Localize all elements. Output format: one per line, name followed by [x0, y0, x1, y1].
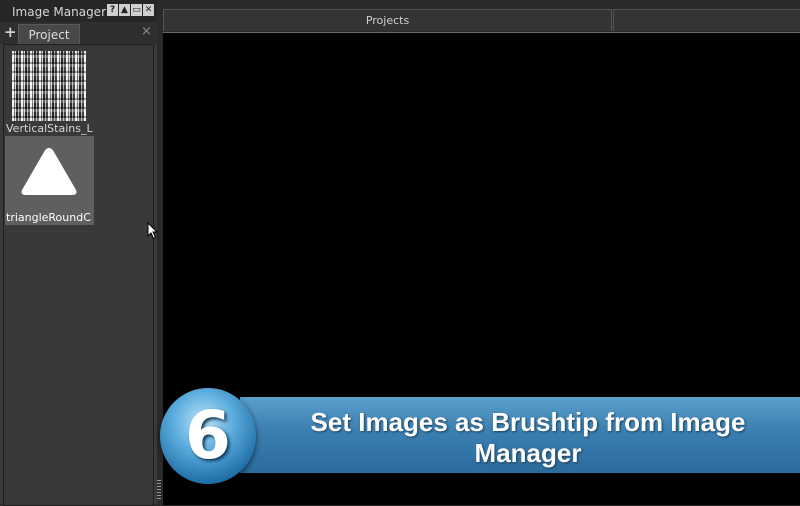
vertical-stains-thumbnail[interactable] [12, 51, 86, 121]
triangle-thumbnail [21, 148, 77, 195]
step-banner: Set Images as Brushtip from Image Manage… [240, 397, 800, 473]
projects-header: Projects [163, 9, 800, 31]
help-icon[interactable]: ? [107, 4, 118, 16]
image-label-triangle: triangleRoundC [6, 211, 91, 224]
image-item-triangle[interactable]: triangleRoundC [5, 136, 94, 225]
title-buttons: ? ▲ ▭ ✕ [107, 4, 154, 16]
column-projects[interactable]: Projects [163, 9, 612, 31]
resize-grip[interactable] [157, 480, 161, 500]
image-manager-panel: Image Manager ? ▲ ▭ ✕ + Project × Vertic… [0, 0, 159, 506]
collapse-icon[interactable]: ▲ [119, 4, 130, 16]
tab-project[interactable]: Project [18, 24, 80, 45]
step-banner-text: Set Images as Brushtip from Image Manage… [310, 407, 746, 468]
close-icon[interactable]: ✕ [143, 4, 154, 16]
step-number: 6 [185, 397, 231, 474]
tab-row: + Project × [0, 22, 157, 45]
image-label-vertical-stains: VerticalStains_L [6, 122, 93, 135]
add-tab-icon[interactable]: + [4, 23, 17, 41]
tab-close-icon[interactable]: × [141, 24, 152, 39]
panel-title-bar: Image Manager ? ▲ ▭ ✕ [0, 0, 157, 22]
float-icon[interactable]: ▭ [131, 4, 142, 16]
panel-title: Image Manager [12, 5, 106, 19]
column-secondary[interactable] [613, 9, 800, 31]
mouse-cursor-icon [147, 222, 159, 240]
step-number-badge: 6 [160, 388, 256, 484]
